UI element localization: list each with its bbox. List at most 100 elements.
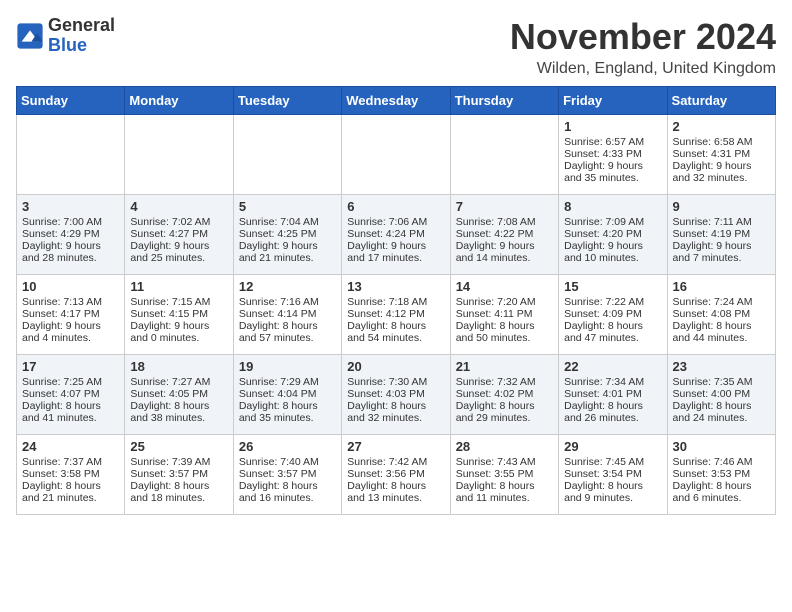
calendar-cell: 15Sunrise: 7:22 AMSunset: 4:09 PMDayligh… bbox=[559, 275, 667, 355]
calendar-cell: 1Sunrise: 6:57 AMSunset: 4:33 PMDaylight… bbox=[559, 115, 667, 195]
day-info: and 41 minutes. bbox=[22, 412, 119, 424]
day-info: Daylight: 8 hours bbox=[22, 480, 119, 492]
day-info: Sunrise: 7:30 AM bbox=[347, 376, 444, 388]
day-info: and 24 minutes. bbox=[673, 412, 770, 424]
day-info: Sunset: 4:09 PM bbox=[564, 308, 661, 320]
day-info: Sunset: 4:17 PM bbox=[22, 308, 119, 320]
logo-general: General bbox=[48, 15, 115, 35]
day-info: Sunrise: 7:25 AM bbox=[22, 376, 119, 388]
day-info: Sunset: 4:08 PM bbox=[673, 308, 770, 320]
location: Wilden, England, United Kingdom bbox=[510, 60, 776, 78]
day-info: Sunset: 4:01 PM bbox=[564, 388, 661, 400]
day-info: and 50 minutes. bbox=[456, 332, 553, 344]
day-info: Daylight: 9 hours bbox=[347, 240, 444, 252]
day-info: Daylight: 8 hours bbox=[347, 400, 444, 412]
day-info: Daylight: 8 hours bbox=[239, 480, 336, 492]
calendar-cell: 13Sunrise: 7:18 AMSunset: 4:12 PMDayligh… bbox=[342, 275, 450, 355]
day-info: Daylight: 9 hours bbox=[564, 160, 661, 172]
day-info: Daylight: 8 hours bbox=[564, 480, 661, 492]
calendar-cell: 29Sunrise: 7:45 AMSunset: 3:54 PMDayligh… bbox=[559, 435, 667, 515]
day-number: 21 bbox=[456, 359, 553, 374]
header: General Blue November 2024 Wilden, Engla… bbox=[16, 16, 776, 78]
calendar-table: SundayMondayTuesdayWednesdayThursdayFrid… bbox=[16, 86, 776, 515]
day-info: and 32 minutes. bbox=[347, 412, 444, 424]
day-info: Sunset: 4:15 PM bbox=[130, 308, 227, 320]
day-number: 18 bbox=[130, 359, 227, 374]
calendar-cell bbox=[233, 115, 341, 195]
day-info: and 16 minutes. bbox=[239, 492, 336, 504]
day-info: and 47 minutes. bbox=[564, 332, 661, 344]
calendar-cell: 9Sunrise: 7:11 AMSunset: 4:19 PMDaylight… bbox=[667, 195, 775, 275]
day-info: Sunrise: 7:00 AM bbox=[22, 216, 119, 228]
day-info: Sunset: 4:19 PM bbox=[673, 228, 770, 240]
calendar-cell: 27Sunrise: 7:42 AMSunset: 3:56 PMDayligh… bbox=[342, 435, 450, 515]
header-day-saturday: Saturday bbox=[667, 87, 775, 115]
day-info: Sunrise: 7:02 AM bbox=[130, 216, 227, 228]
day-info: Sunset: 3:57 PM bbox=[130, 468, 227, 480]
day-number: 2 bbox=[673, 119, 770, 134]
day-number: 7 bbox=[456, 199, 553, 214]
day-info: Sunrise: 7:35 AM bbox=[673, 376, 770, 388]
day-number: 30 bbox=[673, 439, 770, 454]
calendar-cell bbox=[125, 115, 233, 195]
header-row: SundayMondayTuesdayWednesdayThursdayFrid… bbox=[17, 87, 776, 115]
day-info: Daylight: 9 hours bbox=[456, 240, 553, 252]
calendar-cell: 19Sunrise: 7:29 AMSunset: 4:04 PMDayligh… bbox=[233, 355, 341, 435]
day-info: and 13 minutes. bbox=[347, 492, 444, 504]
day-info: Daylight: 9 hours bbox=[564, 240, 661, 252]
calendar-cell: 16Sunrise: 7:24 AMSunset: 4:08 PMDayligh… bbox=[667, 275, 775, 355]
calendar-cell: 25Sunrise: 7:39 AMSunset: 3:57 PMDayligh… bbox=[125, 435, 233, 515]
day-info: Sunset: 4:11 PM bbox=[456, 308, 553, 320]
calendar-cell: 24Sunrise: 7:37 AMSunset: 3:58 PMDayligh… bbox=[17, 435, 125, 515]
day-info: Sunset: 3:53 PM bbox=[673, 468, 770, 480]
calendar-cell: 18Sunrise: 7:27 AMSunset: 4:05 PMDayligh… bbox=[125, 355, 233, 435]
day-info: and 18 minutes. bbox=[130, 492, 227, 504]
day-info: and 6 minutes. bbox=[673, 492, 770, 504]
day-number: 3 bbox=[22, 199, 119, 214]
day-info: Sunrise: 7:43 AM bbox=[456, 456, 553, 468]
day-info: and 38 minutes. bbox=[130, 412, 227, 424]
day-info: Sunset: 4:22 PM bbox=[456, 228, 553, 240]
day-info: Daylight: 8 hours bbox=[239, 320, 336, 332]
calendar-cell bbox=[450, 115, 558, 195]
day-info: Daylight: 8 hours bbox=[130, 400, 227, 412]
day-info: and 21 minutes. bbox=[239, 252, 336, 264]
calendar-cell: 14Sunrise: 7:20 AMSunset: 4:11 PMDayligh… bbox=[450, 275, 558, 355]
calendar-cell: 6Sunrise: 7:06 AMSunset: 4:24 PMDaylight… bbox=[342, 195, 450, 275]
day-info: Sunrise: 7:18 AM bbox=[347, 296, 444, 308]
calendar-cell: 7Sunrise: 7:08 AMSunset: 4:22 PMDaylight… bbox=[450, 195, 558, 275]
day-info: and 0 minutes. bbox=[130, 332, 227, 344]
day-info: Sunrise: 7:24 AM bbox=[673, 296, 770, 308]
day-number: 12 bbox=[239, 279, 336, 294]
header-day-sunday: Sunday bbox=[17, 87, 125, 115]
day-info: Daylight: 8 hours bbox=[673, 400, 770, 412]
day-info: Daylight: 9 hours bbox=[130, 320, 227, 332]
day-info: Sunrise: 6:57 AM bbox=[564, 136, 661, 148]
day-info: Daylight: 8 hours bbox=[673, 480, 770, 492]
day-info: and 35 minutes. bbox=[564, 172, 661, 184]
day-number: 23 bbox=[673, 359, 770, 374]
logo-blue-text: Blue bbox=[48, 35, 87, 55]
day-info: and 57 minutes. bbox=[239, 332, 336, 344]
calendar-cell: 10Sunrise: 7:13 AMSunset: 4:17 PMDayligh… bbox=[17, 275, 125, 355]
day-info: Sunrise: 7:45 AM bbox=[564, 456, 661, 468]
day-info: Daylight: 8 hours bbox=[130, 480, 227, 492]
day-info: Daylight: 9 hours bbox=[130, 240, 227, 252]
day-number: 14 bbox=[456, 279, 553, 294]
day-number: 15 bbox=[564, 279, 661, 294]
week-row-2: 10Sunrise: 7:13 AMSunset: 4:17 PMDayligh… bbox=[17, 275, 776, 355]
day-info: Sunset: 4:07 PM bbox=[22, 388, 119, 400]
day-number: 22 bbox=[564, 359, 661, 374]
day-info: Sunrise: 7:32 AM bbox=[456, 376, 553, 388]
day-info: Sunrise: 7:15 AM bbox=[130, 296, 227, 308]
day-info: Sunset: 4:02 PM bbox=[456, 388, 553, 400]
header-day-monday: Monday bbox=[125, 87, 233, 115]
day-number: 5 bbox=[239, 199, 336, 214]
day-number: 20 bbox=[347, 359, 444, 374]
day-info: Sunrise: 7:06 AM bbox=[347, 216, 444, 228]
day-info: Sunset: 4:14 PM bbox=[239, 308, 336, 320]
day-info: Sunrise: 7:13 AM bbox=[22, 296, 119, 308]
day-number: 24 bbox=[22, 439, 119, 454]
day-info: Daylight: 9 hours bbox=[22, 320, 119, 332]
week-row-0: 1Sunrise: 6:57 AMSunset: 4:33 PMDaylight… bbox=[17, 115, 776, 195]
